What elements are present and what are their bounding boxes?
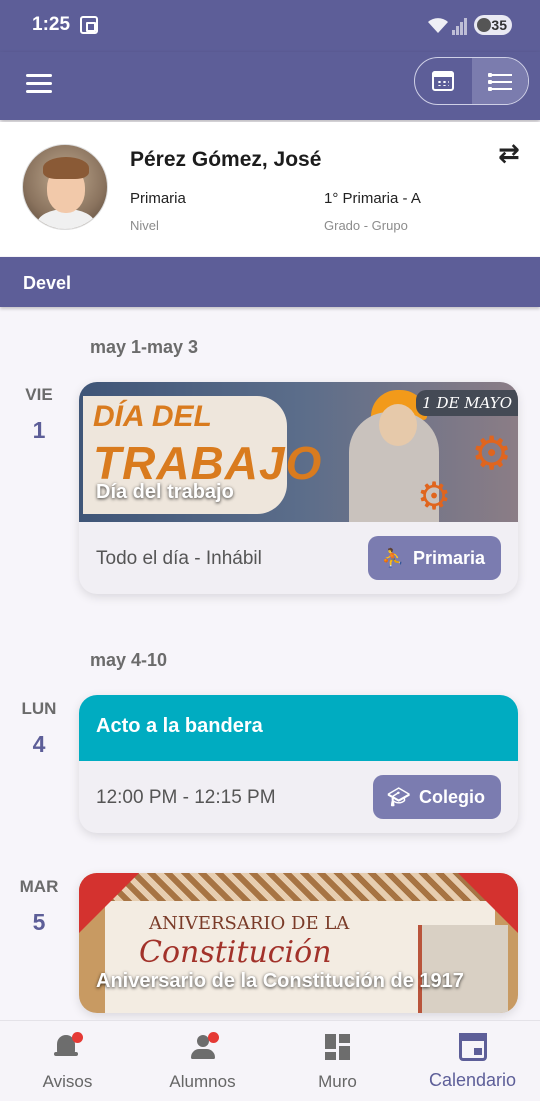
event-card[interactable]: ANIVERSARIO DE LA Constitución Aniversar…	[79, 873, 518, 1013]
day-label: MAR 5	[4, 877, 74, 936]
view-toggle	[414, 57, 529, 105]
app-bar	[0, 52, 540, 120]
day-number: 4	[32, 731, 46, 757]
event-banner: Acto a la bandera	[79, 695, 518, 761]
student-name: Pérez Gómez, José	[130, 148, 322, 171]
grade-label: Grado - Grupo	[324, 218, 408, 233]
day-label: VIE 1	[4, 385, 74, 444]
grade-value: 1° Primaria - A	[324, 190, 421, 207]
day-of-week: MAR	[19, 877, 59, 896]
nav-label: Calendario	[428, 1070, 517, 1090]
event-banner: DÍA DEL TRABAJO ⚙ ⚙ 1 DE MAYO Día del tr…	[79, 382, 518, 522]
banner-text: Constitución	[139, 935, 332, 970]
events-list[interactable]: may 1-may 3 VIE 1 DÍA DEL TRABAJO ⚙ ⚙ 1 …	[0, 307, 540, 1020]
avatar	[22, 144, 108, 230]
status-bar: 1:25 35	[0, 0, 540, 52]
nav-label: Alumnos	[169, 1072, 236, 1091]
event-time: Todo el día - Inhábil	[96, 548, 262, 569]
event-footer: Todo el día - Inhábil ⛹ Primaria	[79, 522, 518, 594]
nav-label: Muro	[318, 1072, 357, 1091]
status-time: 1:25	[32, 14, 71, 35]
day-of-week: VIE	[25, 385, 53, 404]
student-profile: Pérez Gómez, José ⇄ Primaria Nivel 1° Pr…	[0, 122, 540, 256]
event-tag-chip[interactable]: ⛹ Primaria	[367, 536, 501, 580]
week-range: may 4-10	[90, 650, 168, 670]
week-range: may 1-may 3	[90, 337, 199, 357]
level-value: Primaria	[130, 190, 186, 207]
calendar-icon	[458, 1033, 487, 1061]
banner-text: ANIVERSARIO DE LA	[149, 913, 350, 934]
level-label: Nivel	[130, 218, 159, 233]
bottom-navigation: Avisos Alumnos Muro Calendario	[0, 1020, 540, 1101]
calendar-view-button[interactable]	[415, 58, 472, 104]
group-bar: Devel	[0, 257, 540, 307]
nav-label: Avisos	[42, 1072, 93, 1091]
event-banner: ANIVERSARIO DE LA Constitución Aniversar…	[79, 873, 518, 1013]
nav-avisos[interactable]: Avisos	[0, 1021, 135, 1101]
signal-icon	[452, 17, 468, 35]
list-view-button[interactable]	[471, 58, 528, 104]
day-label: LUN 4	[4, 699, 74, 758]
list-icon	[487, 72, 512, 91]
battery-indicator: 35	[474, 15, 512, 35]
event-title: Día del trabajo	[96, 481, 234, 503]
event-tag-chip[interactable]: 🎓︎ Colegio	[373, 775, 501, 819]
event-title: Aniversario de la Constitución de 1917	[96, 970, 464, 992]
people-icon	[189, 1032, 219, 1061]
notification-badge	[71, 1032, 83, 1043]
gear-icon: ⚙	[417, 476, 452, 518]
notification-badge	[207, 1032, 219, 1043]
child-icon: ⛹	[381, 547, 404, 568]
calendar-grid-icon	[432, 71, 455, 91]
gear-icon: ⚙	[471, 427, 513, 479]
banner-date: 1 DE MAYO	[416, 390, 518, 416]
day-number: 5	[32, 909, 46, 935]
chip-label: Colegio	[419, 786, 485, 807]
banner-text: DÍA DEL	[93, 400, 212, 433]
nav-calendario[interactable]: Calendario	[405, 1021, 540, 1101]
menu-icon[interactable]	[26, 72, 54, 94]
screenshot-icon	[80, 16, 98, 34]
event-footer: 12:00 PM - 12:15 PM 🎓︎ Colegio	[79, 761, 518, 833]
day-number: 1	[32, 417, 46, 443]
nav-alumnos[interactable]: Alumnos	[135, 1021, 270, 1101]
graduation-cap-icon: 🎓︎	[387, 786, 410, 807]
event-time: 12:00 PM - 12:15 PM	[96, 787, 276, 808]
event-title: Acto a la bandera	[96, 715, 263, 737]
day-of-week: LUN	[21, 699, 57, 718]
event-card[interactable]: DÍA DEL TRABAJO ⚙ ⚙ 1 DE MAYO Día del tr…	[79, 382, 518, 594]
dashboard-icon	[324, 1033, 352, 1061]
nav-muro[interactable]: Muro	[270, 1021, 405, 1101]
bell-icon	[53, 1032, 83, 1061]
chip-label: Primaria	[412, 547, 485, 568]
swap-icon[interactable]: ⇄	[498, 138, 520, 169]
wifi-icon	[427, 17, 449, 40]
event-card[interactable]: Acto a la bandera 12:00 PM - 12:15 PM 🎓︎…	[79, 695, 518, 833]
